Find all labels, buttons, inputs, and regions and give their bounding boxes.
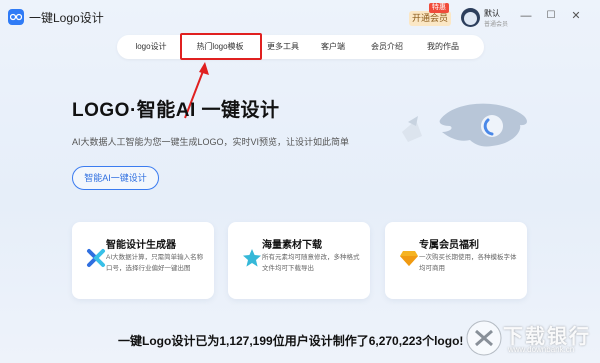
ai-design-button[interactable]: 智能AI一键设计 [72,166,159,190]
title-bar: 一键Logo设计 开通会员 特惠 默认 普通会员 — ☐ ✕ [0,0,600,33]
top-nav: logo设计 热门logo模板 更多工具 客户端 会员介绍 我的作品 [117,35,484,59]
watermark-url: www.downbank.cn [508,345,575,354]
hero-subtitle: AI大数据人工智能为您一键生成LOGO，实时VI预览，让设计如此简单 [72,137,350,147]
hero-illustration-icon [402,103,527,147]
feature-desc: 所有元素均可随意修改，多种格式文件均可下载导出 [262,254,360,272]
x-sparkle-icon [87,249,105,267]
feature-card-assets[interactable]: 海量素材下载 所有元素均可随意修改，多种格式文件均可下载导出 [228,222,370,299]
user-name[interactable]: 默认 [484,8,500,19]
nav-membership[interactable]: 会员介绍 [365,35,409,59]
vip-button[interactable]: 开通会员 [409,11,451,26]
hero-title: LOGO·智能AI 一键设计 [72,100,280,121]
star-icon [243,249,261,267]
avatar[interactable] [461,8,480,27]
nav-logo-design[interactable]: logo设计 [125,35,177,59]
annotation-highlight-box [180,33,262,60]
minimize-button[interactable]: — [520,10,532,22]
feature-title: 海量素材下载 [262,240,322,251]
app-logo-icon [8,9,24,25]
vip-discount-badge: 特惠 [429,3,449,13]
feature-card-vip[interactable]: 专属会员福利 一次购买长期使用，各种模板字体均可商用 [385,222,527,299]
app-title: 一键Logo设计 [29,11,104,25]
maximize-button[interactable]: ☐ [545,10,557,22]
stats-banner: 一键Logo设计已为1,127,199位用户设计制作了6,270,223个log… [118,334,464,348]
feature-title: 专属会员福利 [419,240,479,251]
nav-client[interactable]: 客户端 [313,35,353,59]
user-level: 普通会员 [484,22,509,28]
close-button[interactable]: ✕ [570,10,582,22]
feature-desc: AI大数据计算，只需简单输入名称口号，选择行业偏好一键出图 [106,254,204,272]
diamond-icon [400,251,418,266]
feature-card-generator[interactable]: 智能设计生成器 AI大数据计算，只需简单输入名称口号，选择行业偏好一键出图 [72,222,214,299]
nav-more-tools[interactable]: 更多工具 [263,35,303,59]
nav-my-works[interactable]: 我的作品 [421,35,465,59]
feature-title: 智能设计生成器 [106,240,176,251]
feature-desc: 一次购买长期使用，各种模板字体均可商用 [419,254,517,272]
